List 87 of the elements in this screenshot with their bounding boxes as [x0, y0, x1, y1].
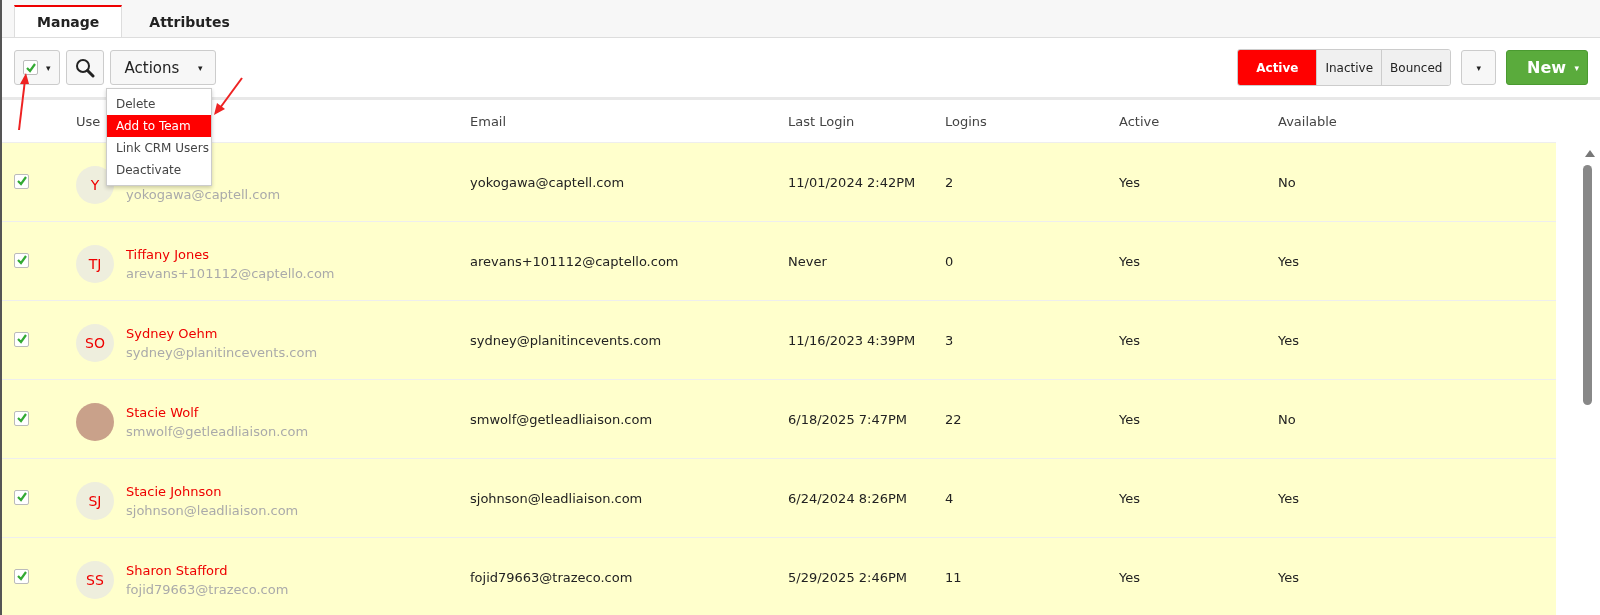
menu-item[interactable]: Add to Team	[107, 115, 211, 137]
table-cell-text: 11/01/2024 2:42PM	[787, 174, 917, 190]
annotation-arrow	[212, 76, 244, 116]
photo-placeholder	[76, 403, 114, 441]
table-cell-text: Yes	[1277, 253, 1300, 269]
avatar: SS	[76, 561, 114, 599]
checkbox[interactable]	[23, 60, 38, 75]
table-cell-text: 6/24/2024 8:26PM	[787, 490, 909, 506]
check-icon	[24, 61, 37, 74]
table-cell-text: Yes	[1277, 490, 1300, 506]
table-cell-text: 3	[944, 332, 955, 348]
table-cell-text: No	[1277, 411, 1297, 427]
table-cell-text: 6/18/2025 7:47PM	[787, 411, 909, 427]
check-icon	[15, 254, 28, 267]
table-cell-text: 11	[944, 569, 963, 585]
table-cell-text: Yes	[1118, 174, 1141, 190]
table-cell-text: fojid79663@trazeco.com	[469, 569, 634, 585]
column-header: Email	[469, 113, 507, 129]
select-all-button[interactable]: ▾	[14, 50, 60, 85]
check-icon	[15, 412, 28, 425]
table-cell-text: 5/29/2025 2:46PM	[787, 569, 909, 585]
row-checkbox[interactable]	[14, 252, 29, 268]
column-header: Active	[1118, 113, 1160, 129]
table-cell-text: 2	[944, 174, 955, 190]
avatar: SO	[76, 324, 114, 362]
column-header: Logins	[944, 113, 987, 129]
table-cell-text: Yes	[1118, 332, 1141, 348]
table-cell-text: Yes	[1118, 253, 1141, 269]
user-name[interactable]: Sharon Stafford	[126, 563, 289, 578]
avatar: TJ	[76, 245, 114, 283]
table-cell-text: Yes	[1277, 332, 1300, 348]
user-email: fojid79663@trazeco.com	[126, 582, 289, 597]
table-row[interactable]: TJ Tiffany Jones arevans+101112@captello.com arevans+101112@captello.com Never 0 Yes Yes	[2, 221, 1556, 300]
table-cell-text: Never	[787, 253, 828, 269]
table-cell-text: sjohnson@leadliaison.com	[469, 490, 644, 506]
row-checkbox[interactable]	[14, 489, 29, 505]
table-cell-text: sydney@planitincevents.com	[469, 332, 663, 348]
check-icon	[15, 570, 28, 583]
column-header: Available	[1277, 113, 1337, 129]
tab[interactable]: Attributes	[126, 6, 253, 37]
user-name[interactable]: Tiffany Jones	[126, 247, 335, 262]
check-icon	[15, 175, 28, 188]
menu-item[interactable]: Delete	[107, 93, 211, 115]
table-row[interactable]: SO Sydney Oehm sydney@planitincevents.com sydney@planitincevents.com 11/16/2023 4:39PM 3 Yes Yes	[2, 300, 1556, 379]
user-email: yokogawa@captell.com	[126, 187, 281, 202]
user-email: sydney@planitincevents.com	[126, 345, 318, 360]
annotation-arrow	[16, 72, 30, 132]
search-button[interactable]	[65, 50, 104, 85]
row-checkbox[interactable]	[14, 568, 29, 584]
table-cell-text: 11/16/2023 4:39PM	[787, 332, 917, 348]
filter-button[interactable]: Bounced	[1381, 50, 1451, 85]
row-checkbox[interactable]	[14, 410, 29, 426]
dropdown-button[interactable]: ▾	[1461, 50, 1496, 85]
column-header: Use	[76, 113, 101, 129]
scrollbar-thumb[interactable]	[1583, 165, 1592, 405]
table-cell-text: arevans+101112@captello.com	[469, 253, 680, 269]
check-icon	[15, 491, 28, 504]
table-cell-text: 4	[944, 490, 955, 506]
table-cell-text: Yes	[1118, 411, 1141, 427]
user-email: sjohnson@leadliaison.com	[126, 503, 299, 518]
table-cell-text: yokogawa@captell.com	[469, 174, 626, 190]
row-checkbox[interactable]	[14, 331, 29, 347]
scroll-up-icon[interactable]	[1584, 148, 1596, 158]
table-cell-text: Yes	[1118, 490, 1141, 506]
tab[interactable]: Manage	[14, 5, 123, 37]
table-cell-text: No	[1277, 174, 1297, 190]
table-row[interactable]: Stacie Wolf smwolf@getleadliaison.com smwolf@getleadliaison.com 6/18/2025 7:47PM 22 Yes No	[2, 379, 1556, 458]
check-icon	[15, 333, 28, 346]
table-cell-text: 22	[944, 411, 963, 427]
user-email: smwolf@getleadliaison.com	[126, 424, 309, 439]
avatar: SJ	[76, 482, 114, 520]
table-row[interactable]: SJ Stacie Johnson sjohnson@leadliaison.com sjohnson@leadliaison.com 6/24/2024 8:26PM 4 Yes Yes	[2, 458, 1556, 537]
column-header: Last Login	[787, 113, 855, 129]
table-row[interactable]: SS Sharon Stafford fojid79663@trazeco.com fojid79663@trazeco.com 5/29/2025 2:46PM 11 Yes Yes	[2, 537, 1556, 615]
user-name[interactable]: Stacie Johnson	[126, 484, 299, 499]
search-icon	[74, 57, 95, 78]
table-cell-text: 0	[944, 253, 955, 269]
user-name[interactable]: Sydney Oehm	[126, 326, 318, 341]
table-cell-text: Yes	[1118, 569, 1141, 585]
user-name[interactable]: Stacie Wolf	[126, 405, 309, 420]
table-cell-text: Yes	[1277, 569, 1300, 585]
table-cell-text: smwolf@getleadliaison.com	[469, 411, 654, 427]
actions-button[interactable]: Actions ▾	[109, 50, 216, 85]
filter-button[interactable]: Inactive	[1316, 50, 1382, 85]
user-email: arevans+101112@captello.com	[126, 266, 335, 281]
row-checkbox[interactable]	[14, 173, 29, 189]
filter-button[interactable]: Active	[1238, 50, 1317, 85]
